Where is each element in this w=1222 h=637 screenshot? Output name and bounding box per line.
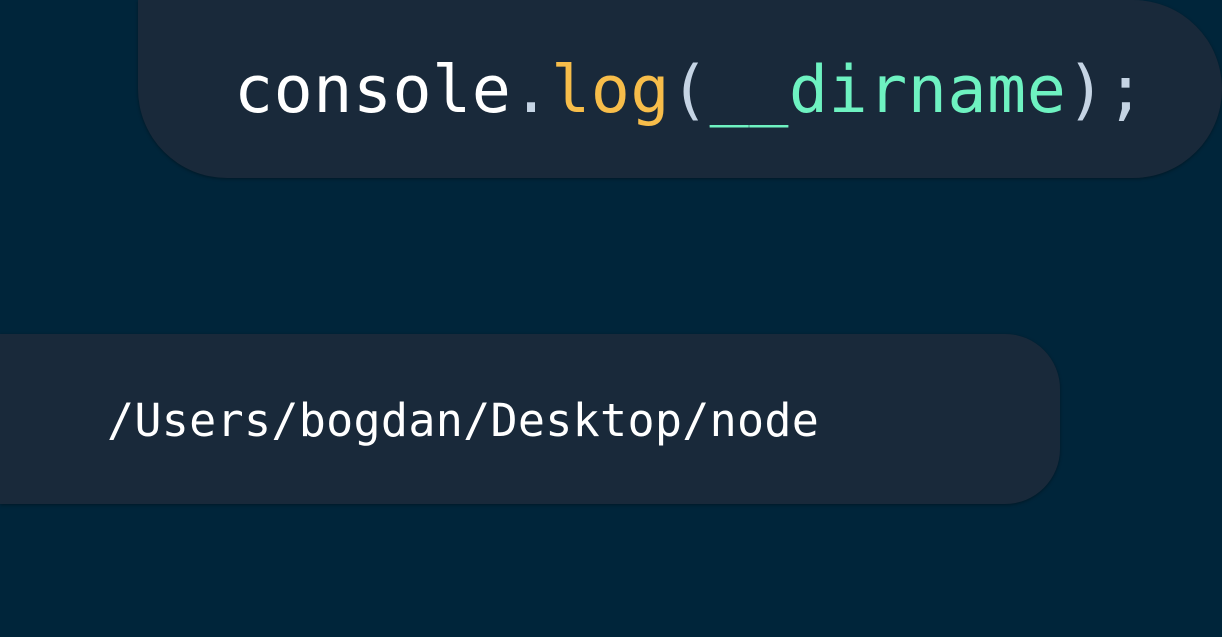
output-bubble: /Users/bogdan/Desktop/node [0,334,1060,504]
code-token-dirname: __dirname [709,52,1067,128]
output-text: /Users/bogdan/Desktop/node [107,393,820,447]
code-token-semicolon: ; [1105,52,1146,128]
code-token-dot: . [511,52,552,128]
code-token-console: console [234,52,512,128]
code-bubble: console.log(__dirname); [138,0,1222,178]
code-line: console.log(__dirname); [234,53,1146,128]
code-token-close-paren: ) [1066,52,1106,128]
code-token-open-paren: ( [669,52,710,128]
code-token-log: log [551,52,670,128]
